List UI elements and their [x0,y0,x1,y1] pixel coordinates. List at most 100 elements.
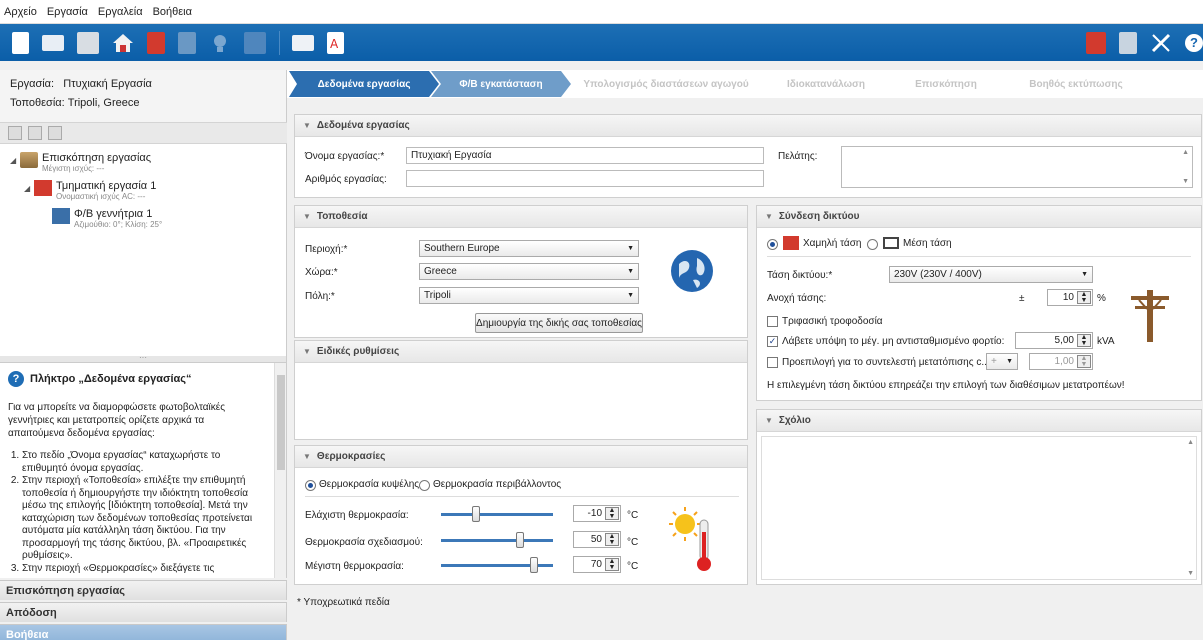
scroll-down-icon[interactable]: ▼ [1187,570,1194,577]
min-temp-spinner[interactable]: -10 ▲ ▼ [573,505,621,522]
region-select[interactable]: Southern Europe ▼ [419,240,639,257]
step-pv-system[interactable]: Φ/Β εγκατάσταση [431,71,571,97]
low-voltage-radio[interactable] [767,239,778,250]
step-print-assistant[interactable]: Βοηθός εκτύπωσης [1001,71,1151,97]
module-grid-icon[interactable] [1119,31,1137,54]
step-overview[interactable]: Επισκόπηση [891,71,1001,97]
panel-header[interactable]: ▼ Ειδικές ρυθμίσεις [295,341,747,363]
copy-icon[interactable] [28,126,42,140]
step-cable-sizing[interactable]: Υπολογισμός διαστάσεων αγωγού [571,71,761,97]
menu-tools[interactable]: Εργαλεία [98,6,143,18]
phase-shift-spinner[interactable]: 1,00 ▲ ▼ [1029,353,1093,370]
spinner-arrows-icon[interactable]: ▲ ▼ [1077,355,1091,368]
step-self-consumption[interactable]: Ιδιοκατανάλωση [761,71,891,97]
menu-file[interactable]: Αρχείο [4,6,37,18]
help-scrollbar[interactable] [274,363,286,578]
tools-icon[interactable] [1150,32,1172,54]
spinner-arrows-icon[interactable]: ▲ ▼ [1077,334,1091,347]
panel-header[interactable]: ▼ Θερμοκρασίες [295,446,747,468]
inverter-icon[interactable] [147,31,165,54]
grid-note: Η επιλεγμένη τάση δικτύου επηρεάζει την … [767,380,1125,391]
scroll-down-icon[interactable]: ▼ [1182,178,1189,185]
tree-item-overview[interactable]: ◢ Επισκόπηση εργασίας Μέγιστη ισχύς: --- [10,152,151,173]
help-icon[interactable]: ? [1185,33,1203,52]
tree-item-sub: Αζιμούθιο: 0°; Κλίση: 25° [74,220,163,229]
panel-title: Τοποθεσία [316,211,368,222]
slider-thumb[interactable] [516,532,524,548]
scroll-up-icon[interactable]: ▲ [1182,149,1189,156]
grid-icon[interactable] [178,31,196,54]
panel-header[interactable]: ▼ Σύνδεση δικτύου [757,206,1201,228]
red-device-icon[interactable] [1086,31,1106,54]
open-folder-icon[interactable] [42,34,64,51]
country-value: Greece [424,266,457,277]
spinner-arrows-icon[interactable]: ▲ ▼ [605,533,619,546]
min-temp-slider[interactable] [441,506,553,522]
expand-arrow-icon[interactable]: ◢ [24,184,34,193]
panel-header[interactable]: ▼ Δεδομένα εργασίας [295,115,1201,137]
tree-item-subproject[interactable]: ◢ Τμηματική εργασία 1 Ονομαστική ισχύς AC… [24,180,156,201]
accordion-yield[interactable]: Απόδοση [0,602,287,622]
accordion-overview[interactable]: Επισκόπηση εργασίας [0,580,287,600]
menu-help[interactable]: Βοήθεια [153,6,192,18]
panel-title: Θερμοκρασίες [316,451,386,462]
scroll-up-icon[interactable]: ▲ [1187,439,1194,446]
help-panel: ? Πλήκτρο „Δεδομένα εργασίας“ Για να μπο… [0,362,287,578]
phase-shift-checkbox[interactable] [767,357,778,368]
tolerance-value: 10 [1062,292,1074,303]
project-info: Εργασία: Πτυχιακή Εργασία Τοποθεσία: Tri… [0,70,287,122]
special-settings-panel: ▼ Ειδικές ρυθμίσεις [294,340,748,440]
scroll-thumb[interactable] [277,375,285,470]
low-voltage-label: Χαμηλή τάση [803,238,862,249]
phase-shift-sign-select[interactable]: + ▼ [986,353,1018,370]
tree-toolbar [0,122,287,144]
unbalanced-load-checkbox[interactable]: ✓ [767,336,778,347]
grid-voltage-select[interactable]: 230V (230V / 400V) ▼ [889,266,1093,283]
save-icon[interactable] [77,31,99,54]
pv-array-icon[interactable] [244,31,266,54]
pdf-icon[interactable]: A [327,31,344,54]
cut-icon[interactable] [8,126,22,140]
grid-voltage-value: 230V (230V / 400V) [894,269,982,280]
spinner-arrows-icon[interactable]: ▲ ▼ [1077,291,1091,304]
new-file-icon[interactable] [12,31,29,54]
dropdown-arrow-icon: ▼ [627,292,634,299]
step-project-data[interactable]: Δεδομένα εργασίας [289,71,439,97]
menu-project[interactable]: Εργασία [47,6,88,18]
workflow-steps: Δεδομένα εργασίας Φ/Β εγκατάσταση Υπολογ… [287,70,1203,98]
three-phase-checkbox[interactable] [767,316,778,327]
design-temp-spinner[interactable]: 50 ▲ ▼ [573,531,621,548]
country-select[interactable]: Greece ▼ [419,263,639,280]
panel-header[interactable]: ▼ Σχόλιο [757,410,1201,432]
print-icon[interactable] [292,34,314,51]
slider-thumb[interactable] [530,557,538,573]
bulb-icon[interactable] [209,32,231,54]
project-number-input[interactable] [406,170,764,187]
accordion-help[interactable]: Βοήθεια [0,624,287,640]
grid-connection-panel: ▼ Σύνδεση δικτύου Χαμηλή τάση Μέση τάση Τ… [756,205,1202,401]
ambient-temp-radio[interactable] [419,480,430,491]
svg-text:A: A [330,37,339,51]
cell-temp-radio[interactable] [305,480,316,491]
expand-arrow-icon[interactable]: ◢ [10,156,20,165]
create-location-button[interactable]: Δημιουργία της δικής σας τοποθεσίας [475,313,643,333]
home-icon[interactable] [112,32,134,54]
tree-item-pv-array[interactable]: Φ/Β γεννήτρια 1 Αζιμούθιο: 0°; Κλίση: 25° [52,208,162,229]
client-textarea[interactable]: ▲ ▼ [841,146,1193,188]
city-select[interactable]: Tripoli ▼ [419,287,639,304]
medium-voltage-radio[interactable] [867,239,878,250]
unbalanced-load-spinner[interactable]: 5,00 ▲ ▼ [1015,332,1093,349]
max-temp-spinner[interactable]: 70 ▲ ▼ [573,556,621,573]
unit-label: °C [627,510,639,521]
max-temp-label: Μέγιστη θερμοκρασία: [305,561,404,572]
project-name-input[interactable]: Πτυχιακή Εργασία [406,147,764,164]
comment-textarea[interactable]: ▲ ▼ [761,436,1197,580]
tolerance-spinner[interactable]: 10 ▲ ▼ [1047,289,1093,306]
spinner-arrows-icon[interactable]: ▲ ▼ [605,558,619,571]
panel-header[interactable]: ▼ Τοποθεσία [295,206,747,228]
spinner-arrows-icon[interactable]: ▲ ▼ [605,507,619,520]
paste-icon[interactable] [48,126,62,140]
max-temp-slider[interactable] [441,557,553,573]
design-temp-slider[interactable] [441,532,553,548]
slider-thumb[interactable] [472,506,480,522]
